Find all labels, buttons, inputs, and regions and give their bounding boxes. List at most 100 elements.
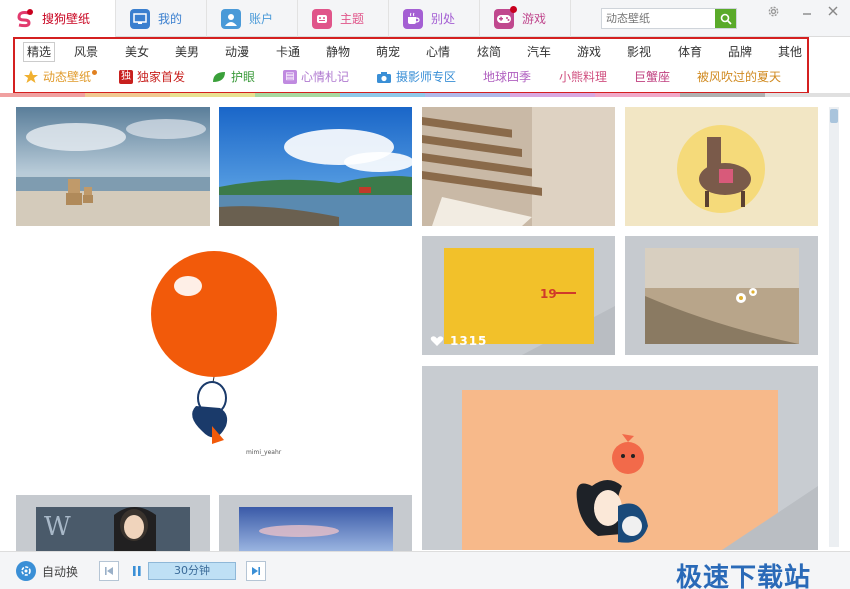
auto-change-toggle[interactable]: 自动换 [16,561,78,581]
tab-mine-label: 我的 [158,12,183,26]
category-featured[interactable]: 精选 [23,42,56,62]
new-dot [92,69,98,75]
tab-brand[interactable]: 搜狗壁纸 [0,0,116,37]
wallpaper-thumbnail-portrait[interactable]: W [16,495,210,551]
svg-text:mimi_yeahr: mimi_yeahr [246,449,282,456]
user-icon [221,8,241,29]
subcategory-label: 独家首发 [137,70,186,84]
settings-button[interactable] [766,4,780,18]
category-movies[interactable]: 影视 [627,42,651,62]
scrollbar-thumb[interactable] [830,109,838,123]
monitor-icon [130,8,150,29]
category-handsome[interactable]: 美男 [175,42,199,62]
wallpaper-thumbnail-lake[interactable] [219,107,412,226]
wallpaper-image: W [16,495,210,551]
camera-icon [377,71,391,83]
category-panel: 精选 风景 美女 美男 动漫 卡通 静物 萌宠 心情 炫简 汽车 游戏 影视 体… [13,37,809,94]
wallpaper-image [219,495,412,551]
star-icon [24,70,38,83]
search-button[interactable] [715,9,736,28]
category-mood[interactable]: 心情 [426,42,450,62]
subcategory-earth-seasons[interactable]: 地球四季 [483,67,531,87]
subcategory-exclusive[interactable]: 独 独家首发 [119,67,185,87]
previous-button[interactable] [99,561,119,581]
category-games[interactable]: 游戏 [577,42,601,62]
wallpaper-thumbnail-bench[interactable] [422,107,615,226]
likes-count: 1315 [450,334,488,348]
subcategory-eye-care[interactable]: 护眼 [211,67,255,87]
minimize-button[interactable] [800,4,814,18]
skip-next-icon [252,567,260,575]
category-minimal[interactable]: 炫简 [477,42,501,62]
subcategory-photographer[interactable]: 摄影师专区 [376,67,456,87]
tab-game[interactable]: 游戏 [480,0,571,37]
tab-game-label: 游戏 [522,12,547,26]
auto-change-label: 自动换 [42,564,79,579]
tab-account[interactable]: 账户 [207,0,298,37]
wallpaper-image [422,107,615,226]
leaf-icon [213,72,225,82]
category-scenery[interactable]: 风景 [74,42,98,62]
wallpaper-image: mimi_yeahr [16,236,412,487]
close-button[interactable] [826,4,840,18]
subcategory-mood-notes[interactable]: ▤ 心情札记 [283,67,349,87]
likes-badge: 1315 [430,334,487,348]
cup-icon [403,8,423,29]
svg-text:W: W [44,512,71,542]
watermark-text: 极速下载站 [676,563,812,589]
category-brands[interactable]: 品牌 [728,42,752,62]
next-button[interactable] [246,561,266,581]
pause-button[interactable] [129,561,145,581]
wallpaper-image [625,107,818,226]
search-input[interactable] [602,9,714,28]
notification-dot [510,5,517,13]
gallery-scrollbar[interactable] [829,107,839,547]
wallpaper-thumbnail-balloon[interactable]: mimi_yeahr [16,236,412,487]
pause-icon [133,566,141,576]
heart-icon [430,336,444,346]
category-cartoon[interactable]: 卡通 [276,42,300,62]
subcategory-bear-cooking[interactable]: 小熊料理 [559,67,607,87]
interval-selector[interactable]: 30分钟 [148,562,236,580]
notebook-icon: ▤ [283,70,297,84]
wallpaper-thumbnail-sunset[interactable] [219,495,412,551]
category-anime[interactable]: 动漫 [225,42,249,62]
wallpaper-image [219,107,412,226]
wallpaper-thumbnail-birds[interactable] [422,366,818,550]
wallpaper-thumbnail-daisy[interactable] [625,236,818,355]
search-box [601,8,737,29]
skip-previous-icon [105,567,113,575]
tab-elsewhere-label: 别处 [431,12,456,26]
category-cars[interactable]: 汽车 [527,42,551,62]
gamepad-icon [494,5,517,29]
wallpaper-thumbnail-beach[interactable] [16,107,210,226]
subcategory-label: 心情札记 [301,70,350,84]
svg-text:19: 19 [540,287,557,301]
wallpaper-thumbnail-llama[interactable] [625,107,818,226]
category-beauty[interactable]: 美女 [125,42,149,62]
subcategory-row: 动态壁纸 独 独家首发 护眼 ▤ 心情札记 摄影师专区 地球四季 小熊料理 巨蟹… [15,67,807,87]
category-pets[interactable]: 萌宠 [376,42,400,62]
subcategory-cancer[interactable]: 巨蟹座 [634,67,670,87]
tab-theme[interactable]: 主题 [298,0,389,37]
category-sports[interactable]: 体育 [678,42,702,62]
exclusive-icon: 独 [119,70,133,84]
top-nav-bar: 搜狗壁纸 我的 账户 主题 别处 游戏 [0,0,850,37]
tab-theme-label: 主题 [340,12,365,26]
bottom-control-bar: 自动换 30分钟 极速下载站 [0,551,850,589]
tab-elsewhere[interactable]: 别处 [389,0,480,37]
subcategory-live-wallpaper[interactable]: 动态壁纸 [23,67,98,87]
tab-account-label: 账户 [249,12,274,26]
sogou-logo-icon [14,8,34,29]
subcategory-windblown-summer[interactable]: 被风吹过的夏天 [697,67,781,87]
brand-label: 搜狗壁纸 [42,12,91,26]
tab-mine[interactable]: 我的 [116,0,207,37]
subcategory-label: 摄影师专区 [396,70,457,84]
theme-face-icon [312,8,332,29]
wallpaper-image [625,236,818,355]
category-row: 精选 风景 美女 美男 动漫 卡通 静物 萌宠 心情 炫简 汽车 游戏 影视 体… [15,42,807,62]
category-other[interactable]: 其他 [778,42,802,62]
category-still-life[interactable]: 静物 [326,42,350,62]
search-icon [720,13,732,25]
wallpaper-thumbnail-card[interactable]: 19 1315 [422,236,615,355]
